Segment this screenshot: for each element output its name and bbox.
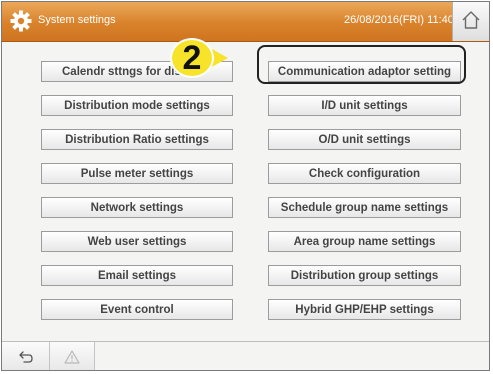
pulse-meter-settings-button[interactable]: Pulse meter settings (41, 163, 233, 184)
schedule-group-name-settings-button[interactable]: Schedule group name settings (268, 197, 461, 218)
gear-icon (10, 10, 32, 32)
home-button[interactable] (452, 2, 489, 41)
page-title: System settings (38, 14, 116, 26)
step-marker: 2 (170, 38, 230, 78)
email-settings-button[interactable]: Email settings (41, 265, 233, 286)
title-bar: System settings 26/08/2016(FRI) 11:40 (2, 2, 489, 42)
back-arrow-icon (19, 351, 33, 363)
back-button[interactable] (2, 342, 50, 370)
check-configuration-button[interactable]: Check configuration (268, 163, 461, 184)
warning-icon (64, 350, 80, 364)
area-group-name-settings-button[interactable]: Area group name settings (268, 231, 461, 252)
id-unit-settings-button[interactable]: I/D unit settings (268, 95, 461, 116)
distribution-mode-settings-button[interactable]: Distribution mode settings (41, 95, 233, 116)
bottom-bar (2, 341, 489, 370)
network-settings-button[interactable]: Network settings (41, 197, 233, 218)
settings-menu: Calendr sttngs for dis Communication ada… (2, 42, 489, 341)
step-number-badge: 2 (170, 38, 214, 78)
warning-button[interactable] (50, 342, 95, 370)
event-control-button[interactable]: Event control (41, 299, 233, 320)
home-icon (462, 11, 480, 29)
web-user-settings-button[interactable]: Web user settings (41, 231, 233, 252)
datetime-display: 26/08/2016(FRI) 11:40 (344, 14, 454, 26)
distribution-group-settings-button[interactable]: Distribution group settings (268, 265, 461, 286)
hybrid-ghp-ehp-settings-button[interactable]: Hybrid GHP/EHP settings (268, 299, 461, 320)
distribution-ratio-settings-button[interactable]: Distribution Ratio settings (41, 129, 233, 150)
od-unit-settings-button[interactable]: O/D unit settings (268, 129, 461, 150)
highlight-frame (257, 45, 466, 84)
